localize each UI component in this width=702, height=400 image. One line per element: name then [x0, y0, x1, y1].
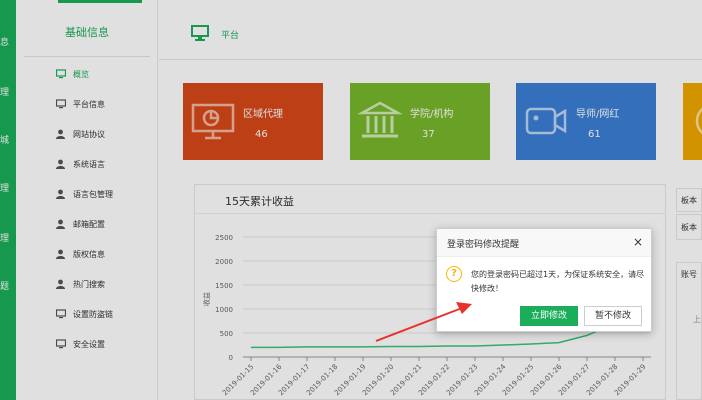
close-icon[interactable]: × [633, 235, 643, 249]
dialog-header: 登录密码修改提醒 × [437, 229, 651, 257]
dialog-title: 登录密码修改提醒 [447, 240, 520, 250]
question-icon: ? [446, 266, 462, 282]
dialog-message: 您的登录密码已超过1天，为保证系统安全，请尽快修改！ [471, 270, 645, 293]
skip-change-button[interactable]: 暂不修改 [584, 306, 642, 326]
change-now-button[interactable]: 立即修改 [520, 306, 578, 326]
modal-overlay[interactable] [0, 0, 702, 400]
